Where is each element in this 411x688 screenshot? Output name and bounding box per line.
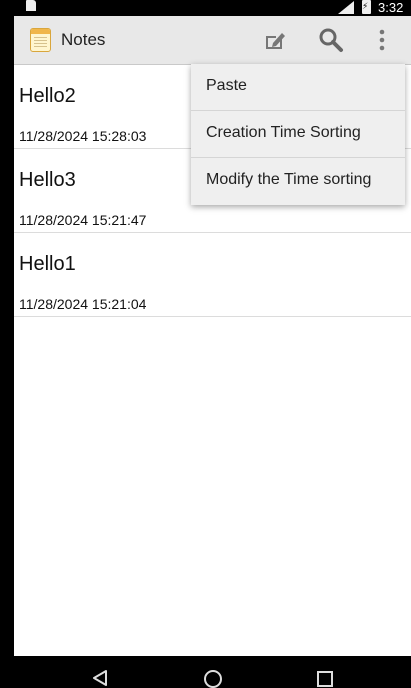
sd-card-icon bbox=[26, 0, 36, 11]
note-list-item[interactable]: Hello1 11/28/2024 15:21:04 bbox=[14, 233, 411, 317]
status-bar: 3:32 bbox=[0, 0, 411, 16]
notepad-app-icon[interactable] bbox=[30, 28, 51, 52]
signal-icon bbox=[338, 1, 354, 14]
overflow-menu: Paste Creation Time Sorting Modify the T… bbox=[191, 64, 405, 205]
back-icon[interactable] bbox=[92, 670, 108, 686]
menu-item-paste[interactable]: Paste bbox=[191, 64, 405, 111]
navigation-bar bbox=[0, 656, 411, 688]
menu-item-label: Creation Time Sorting bbox=[206, 124, 361, 141]
battery-charging-icon bbox=[362, 0, 371, 14]
note-title: Hello1 bbox=[19, 253, 76, 275]
action-bar: Notes bbox=[14, 16, 411, 65]
menu-item-label: Modify the Time sorting bbox=[206, 171, 372, 188]
note-title: Hello2 bbox=[19, 85, 76, 107]
menu-item-modify-time-sorting[interactable]: Modify the Time sorting bbox=[191, 158, 405, 205]
home-icon[interactable] bbox=[204, 670, 222, 688]
status-clock: 3:32 bbox=[378, 0, 404, 15]
overflow-menu-icon[interactable] bbox=[379, 29, 385, 51]
recent-apps-icon[interactable] bbox=[317, 671, 333, 687]
note-timestamp: 11/28/2024 15:21:47 bbox=[19, 212, 147, 228]
note-timestamp: 11/28/2024 15:21:04 bbox=[19, 296, 147, 312]
new-note-icon[interactable] bbox=[264, 30, 286, 50]
note-timestamp: 11/28/2024 15:28:03 bbox=[19, 128, 147, 144]
note-title: Hello3 bbox=[19, 169, 76, 191]
menu-item-label: Paste bbox=[206, 77, 247, 94]
menu-item-creation-time-sorting[interactable]: Creation Time Sorting bbox=[191, 111, 405, 158]
search-icon[interactable] bbox=[318, 27, 344, 53]
app-title: Notes bbox=[61, 30, 106, 49]
